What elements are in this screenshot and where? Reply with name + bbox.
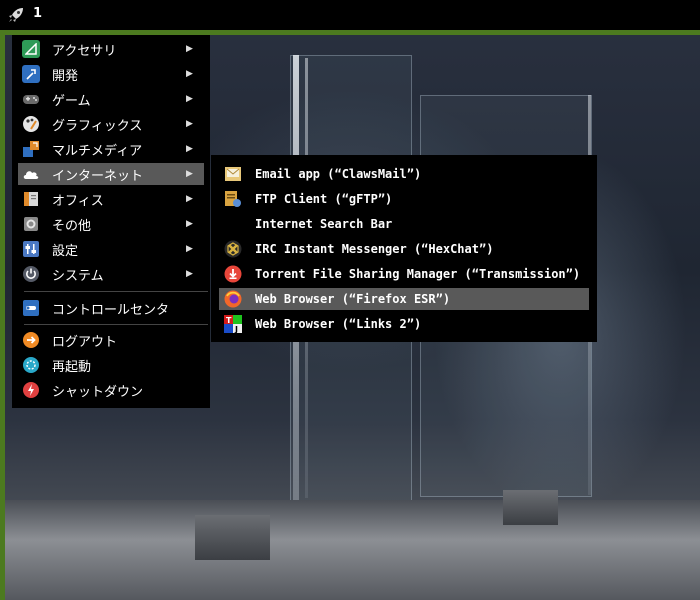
menu-item-label: アクセサリ	[52, 43, 117, 59]
menu-item-label: 再起動	[52, 359, 92, 375]
settings-icon	[22, 240, 40, 258]
menu-item-development[interactable]: 開発 ▶	[18, 63, 204, 85]
menu-item-label: コントロールセンタ	[52, 302, 170, 318]
rocket-icon[interactable]	[6, 5, 26, 25]
submenu-item-transmission[interactable]: Torrent File Sharing Manager (“Transmiss…	[219, 263, 589, 285]
menu-item-shutdown[interactable]: シャットダウン	[18, 379, 204, 401]
submenu-arrow-icon: ▶	[186, 269, 193, 279]
office-icon	[22, 190, 40, 208]
menu-item-label: グラフィックス	[52, 118, 143, 134]
menu-item-label: システム	[52, 268, 104, 284]
submenu-arrow-icon: ▶	[186, 119, 193, 129]
links-icon: TJ	[224, 315, 242, 333]
menu-item-accessories[interactable]: アクセサリ ▶	[18, 38, 204, 60]
menu-item-label: 設定	[52, 243, 79, 259]
desktop-border-left	[0, 30, 5, 600]
menu-item-settings[interactable]: 設定 ▶	[18, 238, 204, 260]
submenu-item-ftp[interactable]: FTP Client (“gFTP”)	[219, 188, 589, 210]
submenu-arrow-icon: ▶	[186, 219, 193, 229]
submenu-item-email[interactable]: Email app (“ClawsMail”)	[219, 163, 589, 185]
menu-item-other[interactable]: その他 ▶	[18, 213, 204, 235]
submenu-item-label: FTP Client (“gFTP”)	[255, 192, 393, 206]
svg-text:T: T	[226, 316, 232, 325]
mail-icon	[224, 165, 242, 183]
control-center-icon	[22, 299, 40, 317]
submenu-item-hexchat[interactable]: IRC Instant Messenger (“HexChat”)	[219, 238, 589, 260]
submenu-arrow-icon: ▶	[186, 244, 193, 254]
shutdown-icon	[22, 381, 40, 399]
submenu-arrow-icon: ▶	[186, 144, 193, 154]
menu-item-internet[interactable]: インターネット ▶	[18, 163, 204, 185]
menu-item-restart[interactable]: 再起動	[18, 354, 204, 376]
menu-item-label: オフィス	[52, 193, 104, 209]
submenu-arrow-icon: ▶	[186, 44, 193, 54]
restart-icon	[22, 356, 40, 374]
firefox-icon	[224, 290, 242, 308]
menu-item-multimedia[interactable]: マルチメディア ▶	[18, 138, 204, 160]
submenu-item-label: Web Browser (“Firefox ESR”)	[255, 292, 451, 306]
menu-item-label: ゲーム	[52, 93, 91, 109]
menu-item-games[interactable]: ゲーム ▶	[18, 88, 204, 110]
menu-item-office[interactable]: オフィス ▶	[18, 188, 204, 210]
submenu-item-label: Email app (“ClawsMail”)	[255, 167, 422, 181]
menu-item-label: ログアウト	[52, 334, 118, 350]
workspace-indicator[interactable]: 1	[33, 6, 42, 21]
menu-item-logout[interactable]: ログアウト	[18, 329, 204, 351]
menu-item-graphics[interactable]: グラフィックス ▶	[18, 113, 204, 135]
submenu-item-label: Internet Search Bar	[255, 217, 393, 231]
logout-icon	[22, 331, 40, 349]
power-icon	[22, 265, 40, 283]
menu-item-system[interactable]: システム ▶	[18, 263, 204, 285]
menu-separator	[24, 324, 208, 325]
submenu-item-label: Web Browser (“Links 2”)	[255, 317, 422, 331]
submenu-arrow-icon: ▶	[186, 94, 193, 104]
menu-item-label: その他	[52, 218, 92, 234]
gamepad-icon	[22, 90, 40, 108]
other-icon	[22, 215, 40, 233]
menu-item-label: シャットダウン	[52, 384, 144, 400]
internet-submenu: Email app (“ClawsMail”) FTP Client (“gFT…	[211, 155, 597, 342]
application-menu: アクセサリ ▶ 開発 ▶ ゲーム ▶ グラフィックス ▶ マルチメディア ▶ イ…	[12, 35, 210, 408]
accessories-icon	[22, 40, 40, 58]
svg-text:J: J	[234, 325, 238, 333]
multimedia-icon	[22, 140, 40, 158]
menu-item-label: 開発	[52, 68, 79, 84]
top-panel: 1	[0, 0, 700, 30]
hexchat-icon	[224, 240, 242, 258]
transmission-icon	[224, 265, 242, 283]
menu-item-label: マルチメディア	[52, 143, 143, 159]
submenu-item-links[interactable]: TJ Web Browser (“Links 2”)	[219, 313, 589, 335]
menu-item-control-center[interactable]: コントロールセンタ	[18, 297, 204, 319]
ftp-icon	[224, 190, 242, 208]
submenu-item-search-bar[interactable]: Internet Search Bar	[219, 213, 589, 235]
development-icon	[22, 65, 40, 83]
submenu-arrow-icon: ▶	[186, 169, 193, 179]
submenu-item-label: Torrent File Sharing Manager (“Transmiss…	[255, 267, 581, 281]
menu-separator	[24, 291, 208, 292]
menu-item-label: インターネット	[52, 168, 144, 184]
cloud-icon	[22, 165, 40, 183]
submenu-arrow-icon: ▶	[186, 69, 193, 79]
graphics-icon	[22, 115, 40, 133]
submenu-item-firefox[interactable]: Web Browser (“Firefox ESR”)	[219, 288, 589, 310]
submenu-arrow-icon: ▶	[186, 194, 193, 204]
submenu-item-label: IRC Instant Messenger (“HexChat”)	[255, 242, 494, 256]
